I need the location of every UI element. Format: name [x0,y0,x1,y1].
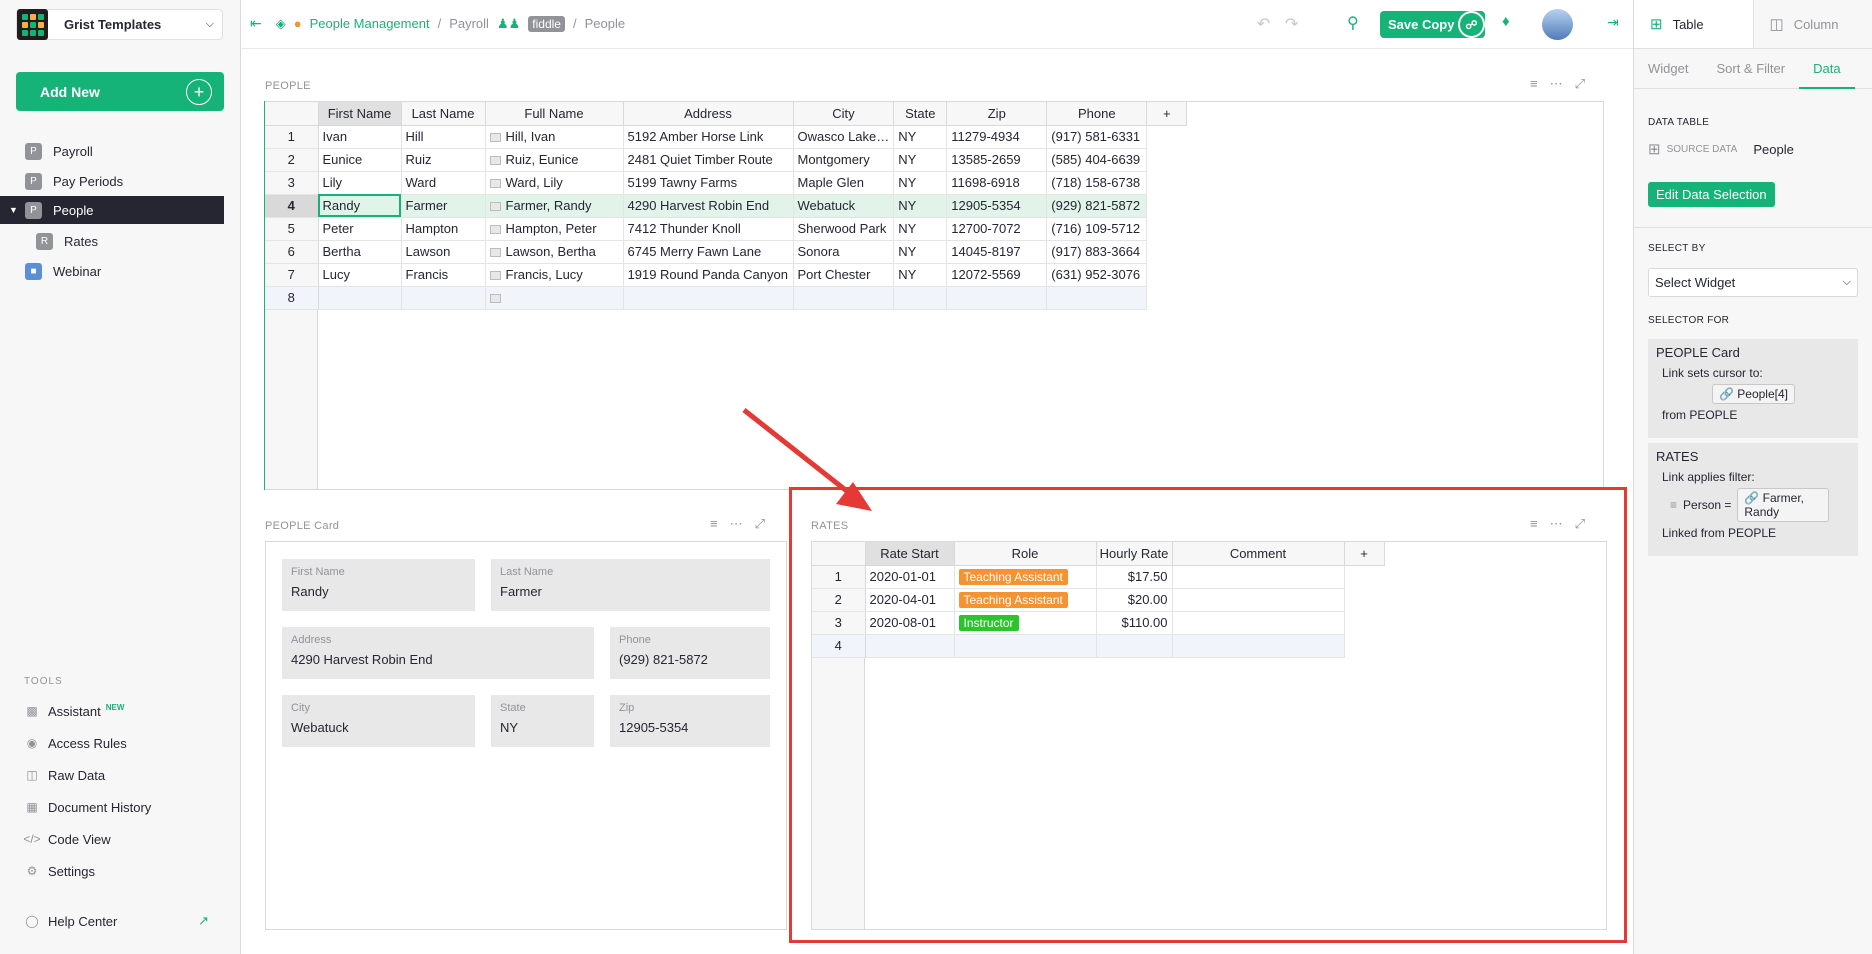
select-widget-dropdown[interactable]: Select Widget ⌵ [1648,268,1858,297]
subtab-widget[interactable]: Widget [1634,49,1702,89]
source-data-value: People [1753,141,1794,157]
selector-line: Link applies filter: [1662,470,1755,484]
selector-chip-row: 🔗 People[4] [1712,384,1850,404]
right-panel-tabs: ⊞ Table ◫ Column [1634,0,1872,49]
subtab-sort-filter[interactable]: Sort & Filter [1702,49,1799,89]
tab-label: Column [1793,16,1839,32]
divider [1634,227,1872,228]
source-data-label: SOURCE DATA [1666,143,1738,155]
selector-line: Link sets cursor to: [1662,366,1763,380]
right-panel-subtabs: Widget Sort & Filter Data [1634,49,1872,89]
annotation-arrow [742,408,872,511]
table-icon: ⊞ [1648,141,1661,158]
filter-icon: ≡ [1670,498,1678,512]
link-chip: 🔗 Farmer, Randy [1737,488,1830,522]
selector-for-heading: SELECTOR FOR [1648,315,1730,326]
selector-rates: RATES Link applies filter: ≡ Person = 🔗 … [1648,443,1858,556]
chevron-down-icon: ⌵ [1842,276,1851,288]
tab-column[interactable]: ◫ Column [1754,0,1872,48]
select-by-heading: SELECT BY [1648,243,1706,254]
table-icon: ⊞ [1650,16,1663,33]
filter-row: ≡ Person = 🔗 Farmer, Randy [1670,488,1850,522]
chip-label: People[4] [1737,387,1788,401]
selector-title: RATES [1656,449,1699,464]
subtab-data[interactable]: Data [1799,49,1855,89]
chip-label: Farmer, Randy [1744,491,1805,519]
edit-data-selection-button[interactable]: Edit Data Selection [1648,182,1775,207]
link-chip: 🔗 People[4] [1712,384,1795,404]
selector-line: Linked from PEOPLE [1662,526,1777,540]
filter-field: Person = [1683,498,1732,512]
column-icon: ◫ [1769,16,1784,33]
selector-line: from PEOPLE [1662,408,1738,422]
select-by-value: Select Widget [1655,275,1736,290]
selector-people-card: PEOPLE Card Link sets cursor to: 🔗 Peopl… [1648,339,1858,438]
tab-table[interactable]: ⊞ Table [1634,0,1754,48]
selector-title: PEOPLE Card [1656,345,1740,360]
right-panel: ⊞ Table ◫ Column Widget Sort & Filter Da… [1633,0,1872,954]
source-data-row: ⊞ SOURCE DATA People [1648,140,1794,158]
tab-label: Table [1672,16,1704,32]
data-table-heading: DATA TABLE [1648,117,1710,128]
